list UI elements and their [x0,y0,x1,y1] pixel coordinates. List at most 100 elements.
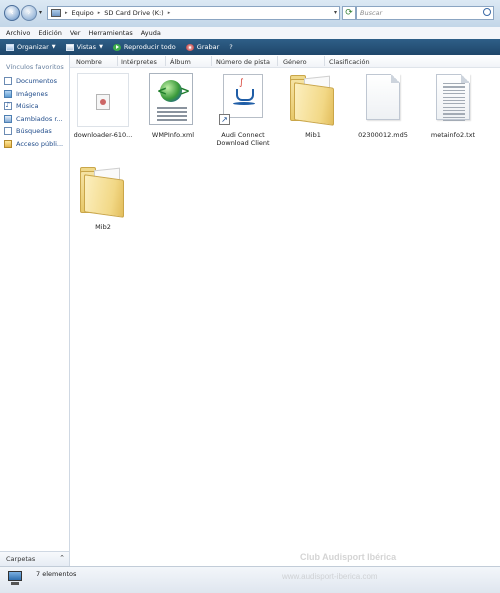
sidebar-item-label: Documentos [16,77,58,86]
file-thumbnail [77,163,129,223]
views-button[interactable]: Vistas ▼ [65,43,103,51]
column-genero[interactable]: Género [283,58,307,66]
breadcrumb-separator-icon[interactable]: ▸ [168,10,171,16]
help-icon: ? [229,43,233,51]
folder-icon [80,165,126,218]
column-divider[interactable] [277,56,278,66]
file-name: downloader-610... [73,131,133,139]
menu-herramientas[interactable]: Herramientas [88,29,132,37]
favorites-title: Vínculos favoritos [6,63,64,71]
file-name: metainfo2.txt [430,131,476,139]
menu-archivo[interactable]: Archivo [6,29,30,37]
breadcrumb-separator-icon[interactable]: ▸ [98,10,101,16]
file-thumbnail: ∫ ↗ [217,71,269,131]
burn-button[interactable]: Grabar [185,43,220,51]
breadcrumb-equipo[interactable]: Equipo [72,9,94,17]
forward-arrow-icon: › [27,8,31,18]
sidebar-item-label: Imágenes [16,89,48,98]
column-headers: Nombre Intérpretes Álbum Número de pista… [70,55,500,68]
sidebar-item-imagenes[interactable]: Imágenes [4,88,63,101]
file-item[interactable]: metainfo2.txt [422,71,484,153]
searches-icon [4,127,12,136]
column-nombre[interactable]: Nombre [76,58,102,66]
organize-label: Organizar [17,43,49,51]
watermark-url: www.audisport-iberica.com [282,572,378,581]
chevron-up-icon: ⌃ [59,554,65,562]
search-placeholder: Buscar [360,9,383,17]
sidebar-item-acceso-publico[interactable]: Acceso públi... [4,138,63,151]
play-icon [112,43,121,51]
address-dropdown-icon[interactable]: ▾ [334,9,337,16]
play-all-label: Reproducir todo [123,43,176,51]
column-numero-pista[interactable]: Número de pista [216,58,270,66]
address-field[interactable]: ▸ Equipo ▸ SD Card Drive (K:) ▸ ▾ [47,6,340,20]
forward-button[interactable]: › [21,5,37,21]
column-album[interactable]: Álbum [170,58,191,66]
documents-icon [4,77,12,86]
folders-label: Carpetas [6,555,36,563]
sidebar-item-label: Música [16,102,39,111]
sidebar-item-label: Cambiados r... [16,114,63,123]
burn-label: Grabar [196,43,220,51]
menu-ayuda[interactable]: Ayuda [141,29,161,37]
breadcrumb-separator-icon[interactable]: ▸ [65,10,68,16]
chevron-down-icon: ▼ [99,44,103,50]
breadcrumb-sd-card[interactable]: SD Card Drive (K:) [104,9,163,17]
chevron-down-icon: ▼ [51,44,56,50]
file-thumbnail [77,71,129,131]
xml-file-icon: < > [149,73,193,125]
address-toolbar: ‹ › ▾ ▸ Equipo ▸ SD Card Drive (K:) ▸ ▾ … [0,0,500,28]
menu-ver[interactable]: Ver [70,29,81,37]
coffee-cup-icon [236,89,254,101]
column-clasificacion[interactable]: Clasificación [329,58,370,66]
column-divider[interactable] [165,56,166,66]
text-file-icon [436,74,470,122]
refresh-button[interactable]: ⟳ [342,6,356,20]
sidebar-item-documentos[interactable]: Documentos [4,75,63,88]
file-thumbnail [287,71,339,131]
sidebar-item-busquedas[interactable]: Búsquedas [4,125,63,138]
pictures-icon [4,89,12,98]
file-name: Mib2 [95,223,111,231]
column-divider[interactable] [211,56,212,66]
menu-edicion[interactable]: Edición [38,29,62,37]
recently-changed-icon [4,114,12,123]
folders-toggle[interactable]: Carpetas ⌃ [0,551,69,566]
sidebar-item-label: Búsquedas [16,127,52,136]
computer-icon [6,571,24,587]
file-item[interactable]: downloader-610... [72,71,134,153]
back-button[interactable]: ‹ [4,5,20,21]
file-list-pane: Nombre Intérpretes Álbum Número de pista… [70,55,500,566]
back-arrow-icon: ‹ [10,8,14,18]
generic-file-icon [366,74,400,120]
text-lines [157,107,187,123]
views-label: Vistas [76,43,97,51]
organize-icon [6,43,14,51]
disc-icon [185,43,194,51]
file-item[interactable]: Mib1 [282,71,344,153]
angle-bracket-icon: < [157,84,168,98]
play-all-button[interactable]: Reproducir todo [112,43,176,51]
search-input[interactable]: Buscar [356,6,494,20]
music-icon [4,101,12,111]
column-divider[interactable] [117,56,118,66]
public-icon [4,139,12,148]
column-interpretes[interactable]: Intérpretes [121,58,157,66]
organize-button[interactable]: Organizar ▼ [6,43,56,51]
file-item[interactable]: Mib2 [72,163,134,245]
sidebar-item-cambiados[interactable]: Cambiados r... [4,113,63,126]
angle-bracket-icon: > [180,84,191,98]
saucer-icon [233,102,255,105]
command-toolbar: Organizar ▼ Vistas ▼ Reproducir todo Gra… [0,39,500,55]
sidebar-item-musica[interactable]: Música [4,100,63,113]
file-item[interactable]: 02300012.md5 [352,71,414,153]
recent-pages-dropdown[interactable]: ▾ [39,9,42,16]
column-divider[interactable] [324,56,325,66]
file-item[interactable]: ∫ ↗ Audi Connect Download Client [212,71,274,153]
search-icon[interactable] [483,8,491,16]
jar-file-icon [77,73,129,127]
file-item[interactable]: < > WMPInfo.xml [142,71,204,153]
views-icon [65,43,74,51]
help-button[interactable]: ? [229,43,232,51]
file-name: 02300012.md5 [358,131,408,139]
